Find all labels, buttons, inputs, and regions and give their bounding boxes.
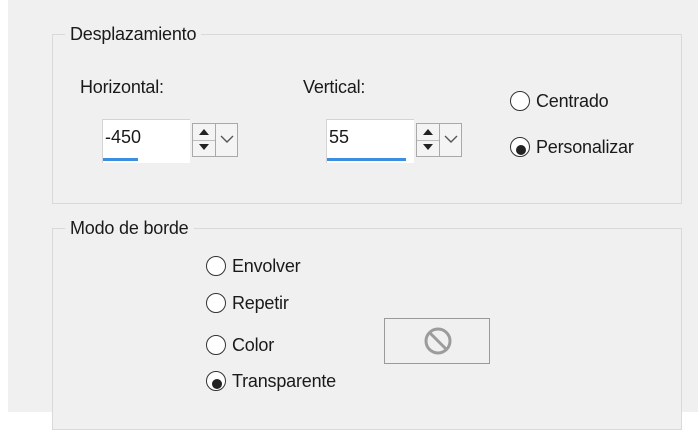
vertical-slider-fill[interactable] <box>327 158 406 161</box>
horizontal-slider-fill[interactable] <box>103 158 138 161</box>
horizontal-input[interactable]: -450 <box>102 119 190 163</box>
horizontal-dropdown-button[interactable] <box>216 123 238 157</box>
horizontal-increment-button[interactable] <box>193 124 215 141</box>
horizontal-stepper[interactable] <box>192 123 216 157</box>
horizontal-spinner[interactable]: -450 <box>102 119 242 163</box>
radio-dot <box>212 379 222 389</box>
radio-circle[interactable] <box>206 256 226 276</box>
horizontal-label: Horizontal: <box>80 77 164 97</box>
vertical-spinner[interactable]: 55 <box>326 119 466 163</box>
horizontal-decrement-button[interactable] <box>193 140 215 156</box>
horizontal-value[interactable]: -450 <box>105 126 141 148</box>
vertical-input[interactable]: 55 <box>326 119 414 163</box>
arrow-down-icon <box>199 144 209 150</box>
vertical-value[interactable]: 55 <box>329 126 349 148</box>
radio-circle[interactable] <box>206 371 226 391</box>
radio-circle[interactable] <box>510 91 530 111</box>
no-symbol-icon <box>424 327 452 355</box>
edge-mode-group: Modo de borde <box>52 217 682 430</box>
vertical-decrement-button[interactable] <box>417 140 439 156</box>
vertical-increment-button[interactable] <box>417 124 439 141</box>
chevron-down-icon <box>220 135 234 143</box>
radio-centrado-label[interactable]: Centrado <box>536 89 609 113</box>
radio-personalizar-label[interactable]: Personalizar <box>536 135 634 159</box>
arrow-up-icon <box>199 129 209 135</box>
radio-envolver-label[interactable]: Envolver <box>232 254 301 278</box>
radio-dot <box>516 145 526 155</box>
color-swatch-button[interactable] <box>384 318 490 364</box>
radio-circle[interactable] <box>510 137 530 157</box>
radio-circle[interactable] <box>206 335 226 355</box>
edge-mode-group-title: Modo de borde <box>65 217 194 239</box>
radio-transparente-label[interactable]: Transparente <box>232 369 336 393</box>
chevron-down-icon <box>444 135 458 143</box>
vertical-dropdown-button[interactable] <box>440 123 462 157</box>
radio-color-label[interactable]: Color <box>232 333 274 357</box>
radio-repetir-label[interactable]: Repetir <box>232 291 289 315</box>
arrow-down-icon <box>423 144 433 150</box>
arrow-up-icon <box>423 129 433 135</box>
vertical-stepper[interactable] <box>416 123 440 157</box>
vertical-label: Vertical: <box>303 77 366 97</box>
offset-group-title: Desplazamiento <box>65 23 202 45</box>
radio-circle[interactable] <box>206 293 226 313</box>
left-margin <box>0 0 8 412</box>
